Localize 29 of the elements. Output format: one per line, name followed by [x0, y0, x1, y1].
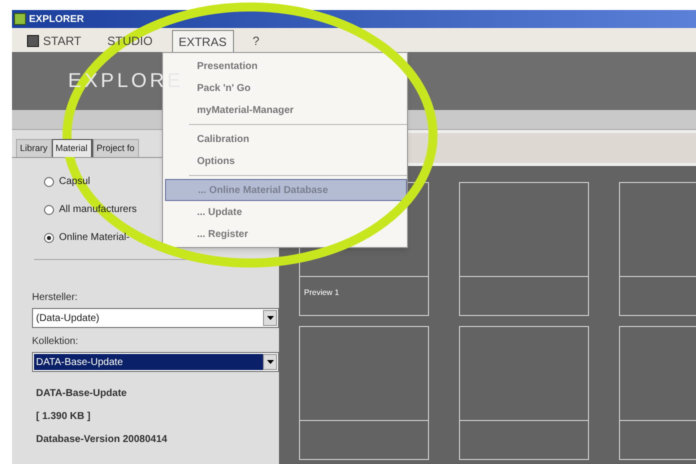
menu-entry[interactable]: Presentation: [189, 55, 407, 77]
preview-tile[interactable]: [299, 326, 429, 460]
preview-tile[interactable]: [459, 182, 589, 316]
dropdown-field[interactable]: (Data-Update): [32, 308, 279, 328]
menu-item[interactable]: START: [20, 30, 88, 52]
field-label: Hersteller:: [32, 291, 79, 305]
tab[interactable]: Project fo: [92, 139, 139, 157]
field-label: Kollektion:: [32, 335, 80, 349]
menu-item[interactable]: EXTRAS: [172, 30, 234, 52]
menu-item[interactable]: ?: [246, 30, 266, 52]
radio-button[interactable]: [44, 232, 54, 242]
info-title: DATA-Base-Update: [36, 387, 128, 401]
preview-caption: Preview 1: [304, 288, 340, 297]
tab[interactable]: Material: [52, 139, 93, 157]
menu-entry[interactable]: myMaterial-Manager: [189, 99, 407, 121]
tab[interactable]: Library: [16, 139, 52, 157]
radio-button[interactable]: [44, 204, 54, 214]
menu-entry[interactable]: Calibration: [189, 128, 407, 150]
dropdown-field[interactable]: DATA-Base-Update: [32, 352, 279, 372]
app-icon: [14, 13, 26, 25]
start-icon: [27, 35, 39, 47]
radio-label: Online Material-: [59, 231, 130, 245]
file-size: [ 1.390 KB ]: [36, 410, 92, 424]
database-version: Database-Version 20080414: [36, 433, 168, 447]
preview-tile[interactable]: [459, 326, 589, 460]
window-title: EXPLORER: [29, 12, 84, 26]
menu-entry[interactable]: Options: [189, 150, 407, 172]
radio-button[interactable]: [44, 176, 54, 186]
menu-entry[interactable]: Pack 'n' Go: [189, 77, 407, 99]
